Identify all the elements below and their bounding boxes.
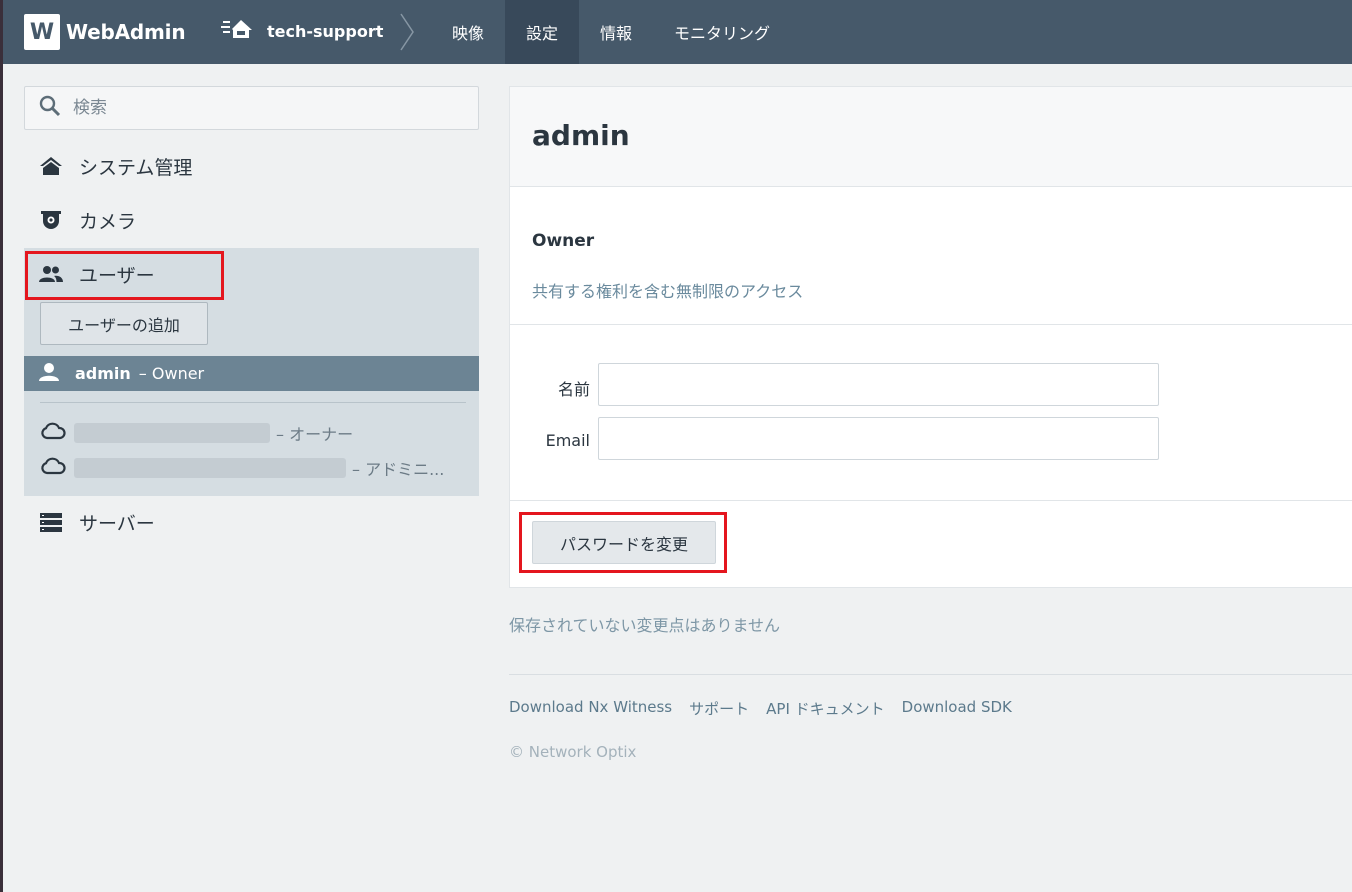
cloud-user-role: – オーナー [276, 425, 354, 444]
search-input[interactable] [73, 98, 453, 118]
user-role: – Owner [138, 364, 205, 383]
server-icon [38, 512, 64, 532]
user-icon [38, 362, 60, 386]
email-input[interactable] [598, 417, 1159, 460]
main-nav: 映像 設定 情報 モニタリング [431, 0, 791, 64]
sidebar-item-label: カメラ [79, 210, 137, 233]
logo[interactable]: W WebAdmin [24, 14, 186, 50]
camera-icon [38, 210, 64, 230]
save-status: 保存されていない変更点はありません [509, 616, 781, 635]
cloud-icon [40, 422, 66, 444]
logo-badge: W [24, 14, 60, 50]
user-name: admin [75, 364, 131, 383]
sidebar-item-label: ユーザー [79, 264, 155, 287]
home-icon [38, 156, 64, 176]
card-header: admin [510, 87, 1352, 187]
sidebar-item-server[interactable]: サーバー [24, 496, 479, 548]
footer-link-download[interactable]: Download Nx Witness [509, 698, 672, 719]
sidebar-item-label: システム管理 [79, 156, 193, 179]
change-password-button[interactable]: パスワードを変更 [532, 521, 716, 564]
footer-link-sdk[interactable]: Download SDK [902, 698, 1012, 719]
redacted-email [74, 458, 346, 478]
cloud-user-item[interactable]: – アドミニ... [24, 454, 479, 482]
sidebar-item-users[interactable]: ユーザー [24, 248, 479, 300]
user-item-admin[interactable]: admin – Owner [24, 356, 479, 391]
breadcrumb-separator-icon [399, 12, 415, 56]
card-divider [510, 324, 1352, 325]
add-user-button[interactable]: ユーザーの追加 [40, 302, 208, 345]
name-label: 名前 [557, 380, 590, 399]
search-icon [39, 95, 61, 121]
sidebar-item-camera[interactable]: カメラ [24, 194, 479, 246]
nav-video[interactable]: 映像 [431, 0, 505, 64]
footer-links: Download Nx Witness サポート API ドキュメント Down… [509, 698, 1029, 719]
footer-link-support[interactable]: サポート [689, 698, 749, 719]
cloud-user-role: – アドミニ... [352, 460, 445, 479]
footer-link-api-docs[interactable]: API ドキュメント [766, 698, 885, 719]
system-crumb[interactable]: tech-support [221, 18, 383, 44]
role-description: 共有する権利を含む無制限のアクセス [532, 282, 804, 301]
role-title: Owner [532, 231, 595, 251]
sidebar-item-system[interactable]: システム管理 [24, 140, 479, 192]
sidebar-divider [40, 402, 466, 403]
card-divider [510, 500, 1352, 501]
cloud-icon [40, 457, 66, 479]
redacted-email [74, 423, 270, 443]
page-title: admin [532, 119, 630, 152]
footer-divider [509, 674, 1352, 675]
nav-settings[interactable]: 設定 [505, 0, 580, 64]
nav-monitoring[interactable]: モニタリング [653, 0, 791, 64]
users-icon [38, 265, 64, 283]
name-input[interactable] [598, 363, 1159, 406]
nav-info[interactable]: 情報 [579, 0, 653, 64]
system-icon [221, 18, 253, 44]
search-box [24, 86, 479, 130]
sidebar-item-label: サーバー [79, 512, 155, 535]
app-title: WebAdmin [66, 20, 186, 44]
top-bar: W WebAdmin tech-support 映像 設定 情報 モニタリング [3, 0, 1352, 64]
user-detail-card: admin Owner 共有する権利を含む無制限のアクセス 名前 Email パ… [509, 86, 1352, 588]
system-name: tech-support [267, 21, 384, 41]
cloud-user-item[interactable]: – オーナー [24, 419, 479, 447]
copyright: © Network Optix [509, 743, 637, 761]
email-label: Email [545, 431, 590, 450]
